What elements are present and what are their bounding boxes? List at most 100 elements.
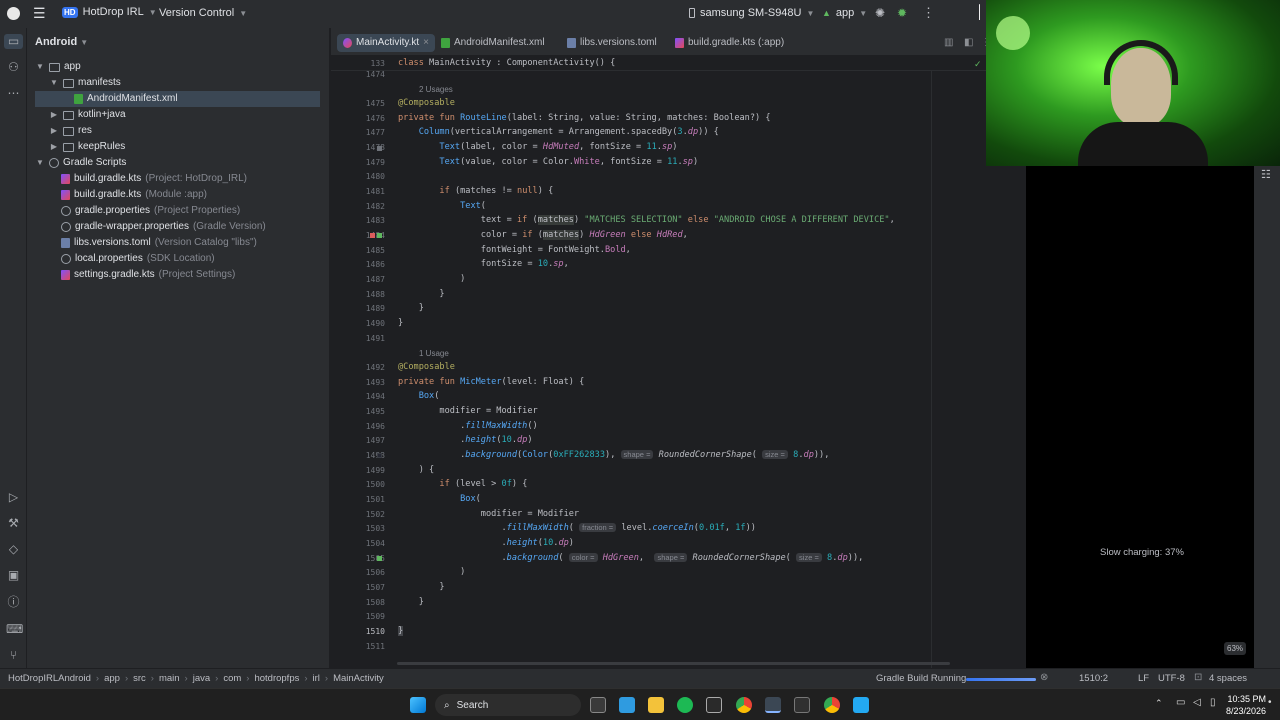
- lock-icon[interactable]: ⊡: [1194, 672, 1202, 683]
- build-progress-bar: [966, 678, 1036, 681]
- chrome-alt-icon[interactable]: [824, 697, 840, 713]
- color-swatch-green-icon[interactable]: [377, 556, 382, 561]
- tray-chevron-icon[interactable]: ⌃: [1155, 698, 1163, 709]
- tree-item-kotlin-java[interactable]: ▶ kotlin+java: [49, 107, 126, 123]
- line-separator[interactable]: LF: [1138, 673, 1149, 684]
- breadcrumb-item[interactable]: irl: [313, 673, 320, 684]
- background-task-label[interactable]: Gradle Build Running: [876, 673, 966, 684]
- tab-label: build.gradle.kts (:app): [688, 37, 785, 48]
- tab-build-gradle-app[interactable]: build.gradle.kts (:app): [669, 34, 790, 52]
- usages-hint[interactable]: 2 Usages: [419, 85, 453, 94]
- breadcrumb-item[interactable]: app: [104, 673, 120, 684]
- main-menu-icon[interactable]: ☰: [33, 6, 46, 20]
- color-swatch-red-icon[interactable]: [370, 233, 375, 238]
- running-devices-panel: Slow charging: 37% 63%: [1026, 166, 1254, 668]
- sticky-line-number: 133: [370, 59, 385, 68]
- tree-item-res[interactable]: ▶ res: [49, 123, 92, 139]
- zoom-badge[interactable]: 63%: [1224, 642, 1247, 655]
- split-editor-icon[interactable]: ▥: [944, 37, 953, 48]
- close-icon[interactable]: ×: [423, 34, 429, 52]
- tree-label: libs.versions.toml: [74, 237, 151, 248]
- build-hammer-icon[interactable]: ⚒: [6, 516, 21, 531]
- line-number: 1501: [365, 495, 385, 504]
- breadcrumb-item[interactable]: HotDropIRLAndroid: [8, 673, 91, 684]
- breadcrumb-item[interactable]: MainActivity: [333, 673, 384, 684]
- tree-item-settings-gradle[interactable]: settings.gradle.kts (Project Settings): [61, 267, 235, 283]
- tree-item-libs-versions[interactable]: libs.versions.toml (Version Catalog "libs…: [61, 235, 257, 251]
- cancel-task-icon[interactable]: ⊗: [1040, 672, 1048, 683]
- clock-date[interactable]: 8/23/2026: [1210, 706, 1266, 716]
- tree-item-gradle-wrapper[interactable]: gradle-wrapper.properties (Gradle Version…: [61, 219, 266, 235]
- code-line: }: [398, 597, 424, 607]
- code-line: fontWeight = FontWeight.Bold,: [398, 245, 631, 255]
- structure-icon[interactable]: ⚇: [6, 60, 21, 75]
- gem-icon[interactable]: ◇: [6, 542, 21, 557]
- code-editor[interactable]: 133 class MainActivity : ComponentActivi…: [331, 56, 986, 668]
- breadcrumb-item[interactable]: main: [159, 673, 180, 684]
- tree-item-manifests[interactable]: ▼ manifests: [49, 75, 121, 91]
- tree-item-app[interactable]: ▼ app: [35, 59, 81, 75]
- line-number: 1476: [365, 114, 385, 123]
- notification-bell-icon[interactable]: •: [1268, 697, 1272, 708]
- file-explorer-icon[interactable]: [648, 697, 664, 713]
- breadcrumb-separator-icon: ›: [304, 673, 308, 684]
- file-encoding[interactable]: UTF-8: [1158, 673, 1185, 684]
- spotify-icon[interactable]: [677, 697, 693, 713]
- horizontal-scrollbar[interactable]: [397, 662, 950, 665]
- notes-app-icon[interactable]: [619, 697, 635, 713]
- project-view-selector[interactable]: Android ▼: [35, 36, 88, 48]
- hud-fx-icon[interactable]: [706, 697, 722, 713]
- breadcrumb-item[interactable]: hotdropfps: [254, 673, 299, 684]
- app-logo-icon[interactable]: [7, 7, 20, 20]
- breadcrumb-item[interactable]: com: [223, 673, 241, 684]
- run-config-selector[interactable]: ▲ app ▼: [822, 7, 867, 19]
- network-icon[interactable]: ▭: [1176, 697, 1185, 708]
- tree-item-android-manifest[interactable]: AndroidManifest.xml: [35, 91, 320, 107]
- tree-item-local-properties[interactable]: local.properties (SDK Location): [61, 251, 215, 267]
- code-line: color = if (matches) HdGreen else HdRed,: [398, 230, 688, 240]
- version-control-menu[interactable]: Version Control ▼: [159, 7, 247, 19]
- breadcrumb-item[interactable]: src: [133, 673, 146, 684]
- tree-item-keeprules[interactable]: ▶ keepRules: [49, 139, 125, 155]
- chevron-down-icon: ▼: [36, 158, 44, 167]
- chrome-icon[interactable]: [736, 697, 752, 713]
- terminal-app-icon[interactable]: [794, 697, 810, 713]
- terminal-icon[interactable]: ⌨: [6, 622, 23, 637]
- tab-main-activity[interactable]: MainActivity.kt ×: [337, 34, 436, 52]
- device-selector[interactable]: samsung SM-S948U ▼: [689, 7, 814, 19]
- tree-item-build-gradle-project[interactable]: build.gradle.kts (Project: HotDrop_IRL): [61, 171, 247, 187]
- device-manager-icon[interactable]: ▣: [6, 568, 21, 583]
- problems-icon[interactable]: ⓘ: [6, 595, 21, 610]
- color-swatch-dark-icon[interactable]: [377, 453, 382, 458]
- color-swatch-green-icon[interactable]: [377, 233, 382, 238]
- layout-icon[interactable]: ◧: [964, 37, 973, 48]
- git-icon[interactable]: ⑂: [6, 648, 21, 663]
- project-switcher[interactable]: HD HotDrop IRL ▼: [62, 6, 157, 18]
- caret-position[interactable]: 1510:2: [1079, 673, 1108, 684]
- apply-changes-icon[interactable]: ✺: [875, 6, 885, 20]
- debug-icon[interactable]: ✹: [897, 6, 907, 20]
- code-line: @Composable: [398, 98, 455, 108]
- indent-setting[interactable]: 4 spaces: [1209, 673, 1247, 684]
- run-icon[interactable]: ▷: [6, 490, 21, 505]
- usages-hint[interactable]: 1 Usage: [419, 349, 449, 358]
- android-studio-icon[interactable]: [765, 697, 781, 713]
- taskbar-search[interactable]: ⌕ Search: [435, 694, 581, 716]
- device-menu-icon[interactable]: ☷: [1261, 168, 1271, 181]
- tab-android-manifest[interactable]: AndroidManifest.xml: [435, 34, 551, 52]
- more-tools-icon[interactable]: ⋯: [6, 86, 21, 101]
- tree-item-build-gradle-module[interactable]: build.gradle.kts (Module :app): [61, 187, 207, 203]
- task-view-icon[interactable]: [590, 697, 606, 713]
- more-icon[interactable]: ⋮: [922, 5, 935, 21]
- line-number: 1500: [365, 480, 385, 489]
- clock-time[interactable]: 10:35 PM: [1217, 694, 1266, 704]
- windows-start-icon[interactable]: [410, 697, 426, 713]
- tree-item-gradle-properties[interactable]: gradle.properties (Project Properties): [61, 203, 240, 219]
- breadcrumb-item[interactable]: java: [193, 673, 210, 684]
- minimize-icon[interactable]: │: [976, 4, 984, 19]
- tab-libs-versions[interactable]: libs.versions.toml: [561, 34, 663, 52]
- project-folder-icon[interactable]: ▭: [4, 34, 23, 49]
- volume-icon[interactable]: ◁: [1193, 697, 1201, 708]
- vscode-icon[interactable]: [853, 697, 869, 713]
- tree-item-gradle-scripts[interactable]: ▼ Gradle Scripts: [35, 155, 126, 171]
